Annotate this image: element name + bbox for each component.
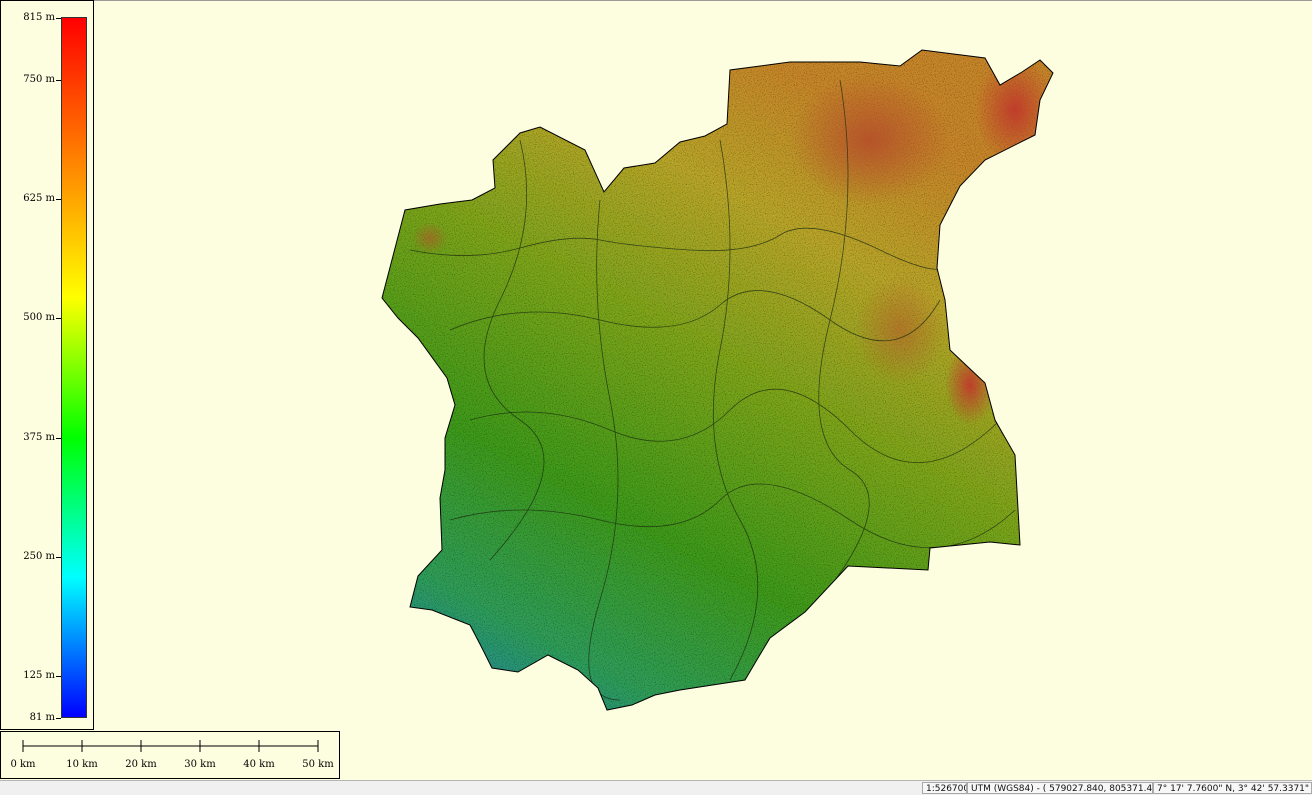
legend-tick: 750 m xyxy=(1,74,95,92)
legend-tick-label: 750 m xyxy=(23,73,55,85)
scale-bar-label: 40 km xyxy=(243,759,275,770)
legend-tick-label: 250 m xyxy=(23,550,55,562)
legend-tick-mark xyxy=(56,437,61,439)
elevation-color-ramp xyxy=(61,17,87,718)
legend-tick: 625 m xyxy=(1,193,95,211)
dem-elevation-layer xyxy=(381,49,1054,711)
legend-tick-label: 125 m xyxy=(23,670,55,682)
legend-tick-mark xyxy=(56,18,61,19)
legend-tick-label: 375 m xyxy=(23,431,55,443)
legend-tick: 375 m xyxy=(1,432,95,450)
scale-bar-graphic xyxy=(22,740,319,752)
legend-tick: 815 m xyxy=(1,12,95,30)
legend-tick-mark xyxy=(56,79,61,81)
legend-tick: 500 m xyxy=(1,312,95,330)
scale-bar-label: 0 km xyxy=(10,759,36,770)
status-bar: 1:526700 UTM (WGS84) - ( 579027.840, 805… xyxy=(0,780,1312,795)
legend-tick-mark xyxy=(56,318,61,320)
map-scale-readout: 1:526700 xyxy=(922,782,967,794)
legend-tick-mark xyxy=(56,556,61,558)
legend-tick: 125 m xyxy=(1,670,95,688)
scale-bar-label: 20 km xyxy=(125,759,157,770)
legend-tick-label: 500 m xyxy=(23,312,55,324)
scale-bar-label: 30 km xyxy=(184,759,216,770)
projection-coordinates-readout: UTM (WGS84) - ( 579027.840, 805371.481 ) xyxy=(967,782,1153,794)
elevation-legend: 815 m 750 m 625 m 500 m 375 m 250 m 125 m 81 m xyxy=(0,0,94,730)
scale-bar-label: 10 km xyxy=(66,759,98,770)
legend-tick-label: 815 m xyxy=(23,12,55,23)
legend-tick-label: 625 m xyxy=(23,193,55,205)
map-canvas[interactable] xyxy=(0,0,1312,780)
legend-tick: 81 m xyxy=(1,712,95,730)
legend-tick-label: 81 m xyxy=(29,712,55,723)
scale-bar-label: 50 km xyxy=(302,759,334,770)
legend-tick-mark xyxy=(56,718,61,719)
geographic-coordinates-readout: 7° 17' 7.7600" N, 3° 42' 57.3371" E xyxy=(1153,782,1312,794)
legend-tick: 250 m xyxy=(1,551,95,569)
scale-bar: 0 km 10 km 20 km 30 km 40 km 50 km xyxy=(0,731,340,779)
legend-tick-mark xyxy=(56,676,61,678)
legend-tick-mark xyxy=(56,199,61,201)
